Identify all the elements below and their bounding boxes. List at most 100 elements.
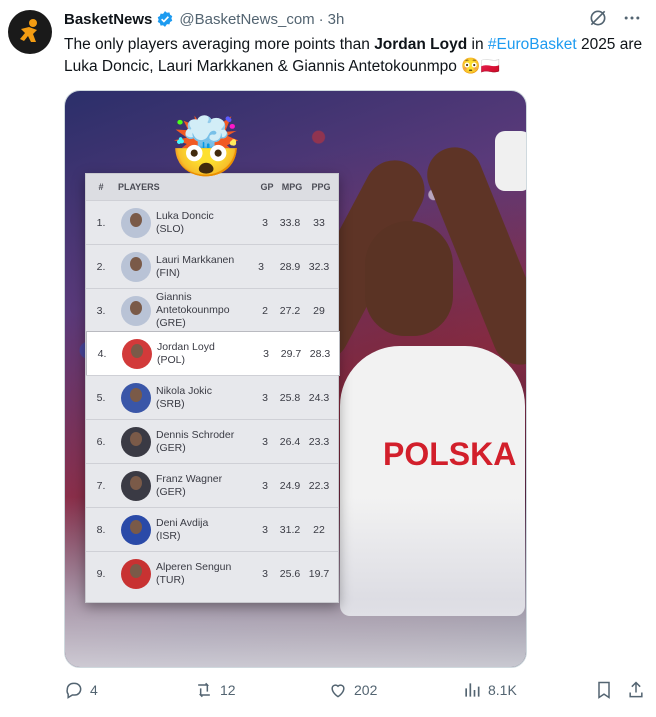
row-gp: 3 — [262, 216, 268, 229]
row-gp: 3 — [262, 479, 268, 492]
row-player: Nikola Jokic (SRB) — [156, 385, 254, 411]
header-players: PLAYERS — [118, 182, 160, 192]
player-photo — [116, 426, 156, 457]
tweet-timestamp[interactable]: 3h — [328, 11, 345, 28]
table-row: 7. Franz Wagner (GER) 3 24.9 22.3 — [86, 463, 338, 507]
tweet-top-actions — [588, 8, 642, 33]
player-photo — [116, 470, 156, 501]
row-gp: 3 — [262, 391, 268, 404]
player-head — [365, 221, 453, 336]
player-photo — [116, 251, 156, 282]
row-ppg: 33 — [313, 216, 325, 229]
row-player: Giannis Antetokounmpo (GRE) — [156, 291, 254, 330]
player-photo — [116, 558, 156, 589]
header-gp: GP — [260, 182, 274, 192]
row-rank: 4. — [97, 347, 107, 360]
tweet-text-part: The only players averaging more points t… — [64, 36, 375, 53]
row-mpg: 27.2 — [279, 304, 301, 317]
tweet-text: The only players averaging more points t… — [64, 34, 644, 78]
player-photo — [116, 514, 156, 545]
player-sleeve — [495, 131, 526, 191]
row-ppg: 23.3 — [308, 435, 330, 448]
row-rank: 3. — [96, 304, 106, 317]
row-player-country: (GER) — [156, 441, 186, 454]
row-mpg: 33.8 — [279, 216, 301, 229]
row-ppg: 32.3 — [308, 260, 330, 273]
reply-icon — [66, 682, 82, 699]
header-mpg: MPG — [281, 182, 303, 192]
player-photo — [116, 295, 156, 326]
row-mpg: 24.9 — [279, 479, 301, 492]
row-player-country: (GER) — [156, 485, 186, 498]
row-gp: 3 — [258, 260, 264, 273]
row-rank: 2. — [96, 260, 106, 273]
row-ppg: 28.3 — [309, 347, 331, 360]
row-player: Franz Wagner (GER) — [156, 473, 254, 499]
reply-button[interactable]: 4 — [64, 680, 98, 700]
table-row: 5. Nikola Jokic (SRB) 3 25.8 24.3 — [86, 375, 338, 419]
tweet-media-image[interactable]: POLSKA # PLAYERS GP MPG PPG 1. Luka Donc… — [64, 90, 527, 668]
like-count: 202 — [354, 682, 378, 698]
row-ppg: 22 — [313, 523, 325, 536]
stats-table: # PLAYERS GP MPG PPG 1. Luka Doncic (SLO)… — [85, 173, 340, 603]
row-ppg: 19.7 — [308, 567, 330, 580]
row-player-country: (TUR) — [156, 573, 185, 586]
row-rank: 5. — [96, 391, 106, 404]
views-chart-icon — [465, 683, 480, 697]
player-photo — [116, 382, 156, 413]
table-row: 3. Giannis Antetokounmpo (GRE) 2 27.2 29 — [86, 288, 338, 332]
verified-badge-icon — [156, 10, 174, 28]
grok-icon[interactable] — [588, 8, 608, 33]
row-player-name: Alperen Sengun — [156, 560, 232, 573]
tweet-action-bar: 4 12 202 8.1K — [64, 680, 649, 702]
row-player: Lauri Markkanen (FIN) — [156, 254, 246, 280]
tweet-header: BasketNews @BasketNews_com · 3h — [64, 10, 344, 28]
row-player: Jordan Loyd (POL) — [157, 341, 255, 367]
row-gp: 3 — [262, 567, 268, 580]
header-ppg: PPG — [311, 182, 331, 192]
views-count: 8.1K — [488, 682, 517, 698]
row-ppg: 22.3 — [308, 479, 330, 492]
row-player-name: Nikola Jokic — [156, 384, 213, 397]
row-gp: 3 — [263, 347, 269, 360]
row-rank: 9. — [96, 567, 106, 580]
row-player: Deni Avdija (ISR) — [156, 517, 254, 543]
basketnews-logo-icon — [20, 19, 37, 42]
reply-count: 4 — [90, 682, 98, 698]
table-row: 9. Alperen Sengun (TUR) 3 25.6 19.7 — [86, 551, 338, 595]
table-row-highlighted: 4. Jordan Loyd (POL) 3 29.7 28.3 — [86, 331, 340, 376]
player-photo — [116, 207, 156, 238]
row-player-country: (FIN) — [156, 266, 180, 279]
repost-button[interactable]: 12 — [194, 680, 236, 700]
share-button[interactable] — [626, 680, 646, 700]
more-options-icon[interactable] — [622, 8, 642, 33]
views-button[interactable]: 8.1K — [462, 680, 517, 700]
row-player-name: Dennis Schroder — [156, 428, 235, 441]
row-gp: 2 — [262, 304, 268, 317]
author-name[interactable]: BasketNews — [64, 11, 152, 28]
row-mpg: 28.9 — [279, 260, 301, 273]
like-button[interactable]: 202 — [328, 680, 377, 700]
row-player-country: (GRE) — [156, 317, 186, 329]
row-player-name: Lauri Markkanen — [156, 253, 235, 266]
bookmark-button[interactable] — [594, 680, 614, 700]
hashtag-link[interactable]: #EuroBasket — [488, 36, 577, 53]
row-rank: 8. — [96, 523, 106, 536]
author-avatar[interactable] — [8, 10, 52, 54]
row-mpg: 26.4 — [279, 435, 301, 448]
row-player: Alperen Sengun (TUR) — [156, 561, 254, 587]
row-player: Dennis Schroder (GER) — [156, 429, 254, 455]
row-ppg: 24.3 — [308, 391, 330, 404]
row-rank: 6. — [96, 435, 106, 448]
author-handle[interactable]: @BasketNews_com — [179, 11, 314, 28]
repost-count: 12 — [220, 682, 236, 698]
tweet-text-part: in — [467, 36, 488, 53]
bookmark-icon — [598, 681, 610, 699]
row-gp: 3 — [262, 523, 268, 536]
row-rank: 7. — [96, 479, 106, 492]
row-mpg: 25.6 — [279, 567, 301, 580]
jersey-text: POLSKA — [383, 436, 517, 472]
row-player-name: Jordan Loyd — [157, 340, 215, 353]
exploding-head-emoji: 🤯 — [170, 115, 243, 180]
row-player-country: (SLO) — [156, 222, 185, 235]
